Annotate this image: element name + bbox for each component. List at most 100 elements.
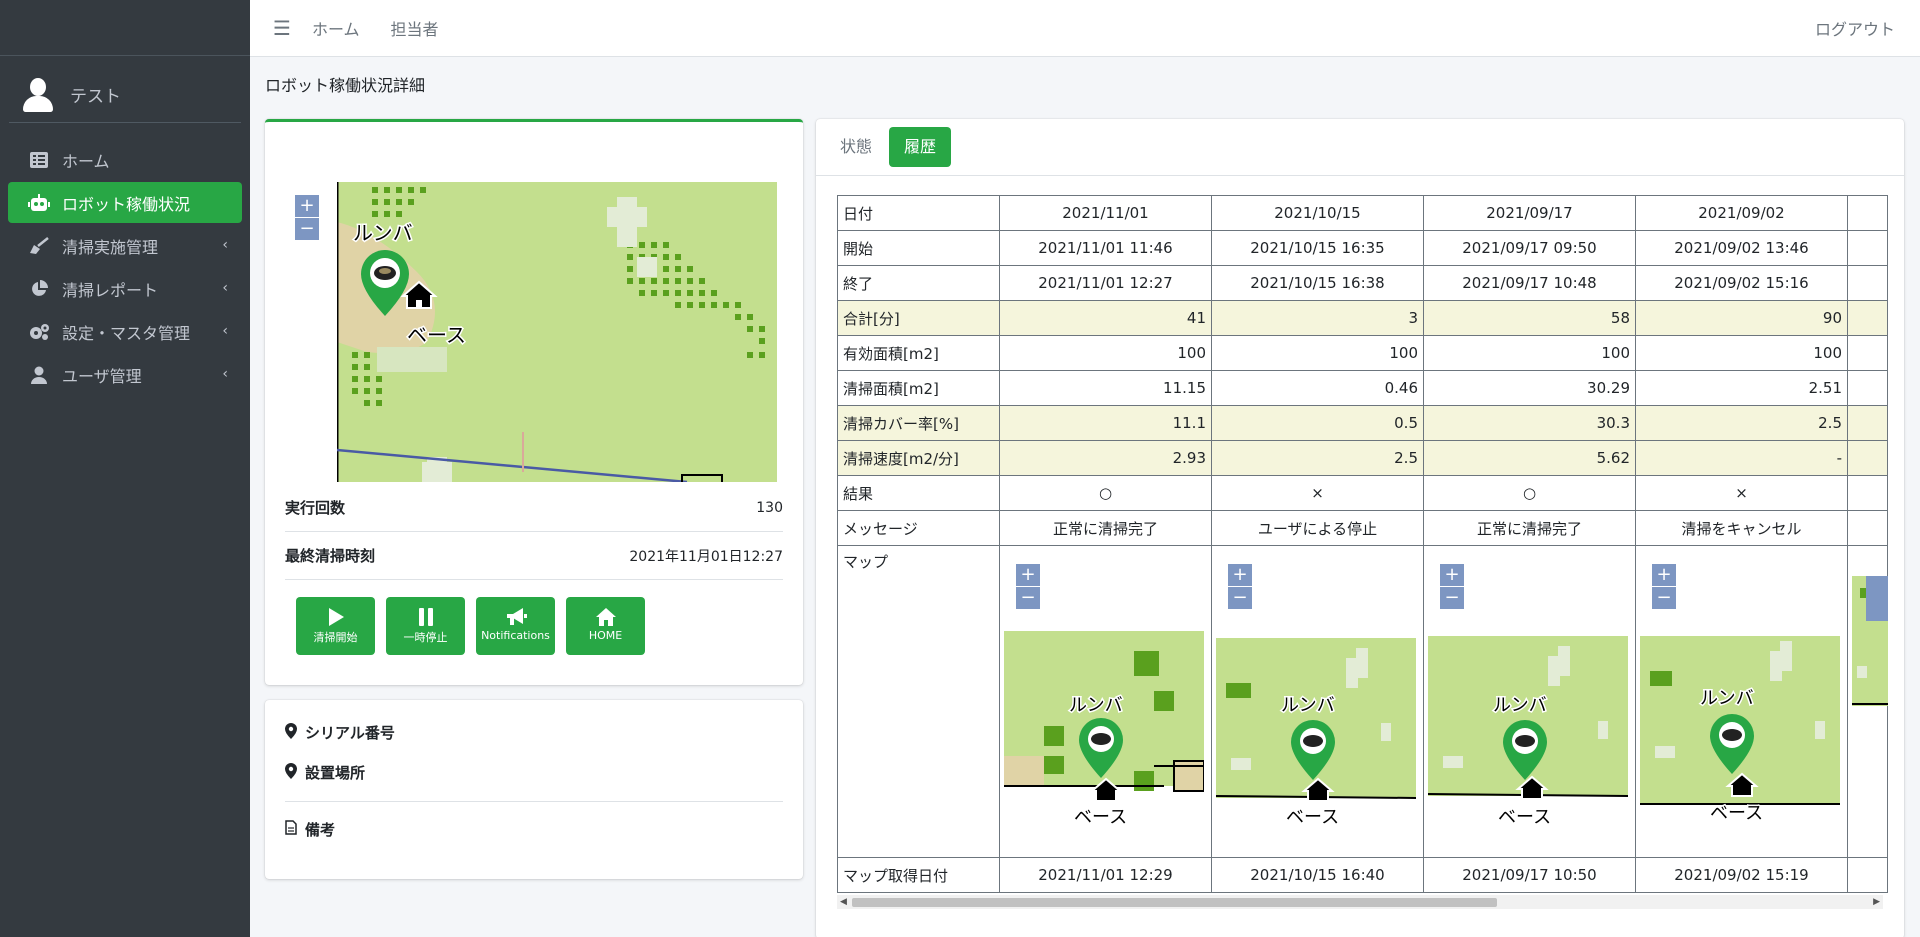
table-cell	[1847, 475, 1888, 511]
zoom-out-button[interactable]: −	[1016, 587, 1040, 610]
table-cell: 2021/10/15 16:38	[1211, 265, 1424, 301]
run-count-label: 実行回数	[285, 499, 346, 517]
chevron-left-icon: ‹	[222, 280, 228, 296]
table-cell: 11.15	[999, 370, 1212, 406]
nav-link-staff[interactable]: 担当者	[391, 16, 439, 40]
map-zoom-control: + −	[1440, 564, 1464, 610]
zoom-in-button[interactable]: +	[1228, 564, 1252, 587]
table-row-map-date: マップ取得日付 2021/11/01 12:29 2021/10/15 16:4…	[837, 857, 1888, 893]
home-dock-label: HOME	[588, 629, 623, 642]
scroll-right-icon[interactable]: ▶	[1873, 895, 1880, 909]
table-cell: 2021/09/02 13:46	[1635, 230, 1848, 266]
install-location-label: 設置場所	[305, 764, 366, 782]
run-count-row: 実行回数 130	[285, 484, 783, 532]
chevron-left-icon: ‹	[222, 323, 228, 339]
row-label: 清掃速度[m2/分]	[837, 440, 1000, 476]
sidebar-item-home[interactable]: ホーム	[8, 139, 242, 180]
map-marker-icon	[285, 722, 297, 743]
table-cell: 3	[1211, 300, 1424, 336]
table-cell: 2021/11/01 11:46	[999, 230, 1212, 266]
table-cell	[1847, 335, 1888, 371]
row-label: マップ	[837, 545, 1000, 858]
map-robot-label: ルンバ	[1069, 695, 1123, 716]
table-cell: 58	[1423, 300, 1636, 336]
home-icon	[566, 607, 645, 627]
table-cell: ○	[1423, 475, 1636, 511]
divider	[285, 801, 783, 802]
table-cell: 清掃をキャンセル	[1635, 510, 1848, 546]
user-name[interactable]: テスト	[70, 82, 121, 107]
zoom-in-button[interactable]: +	[295, 195, 319, 218]
sidebar-item-cleaning-report[interactable]: 清掃レポート ‹	[8, 268, 242, 309]
play-icon	[296, 607, 375, 627]
tab-history[interactable]: 履歴	[889, 127, 952, 167]
user-panel[interactable]: テスト	[9, 67, 241, 123]
home-dock-button[interactable]: HOME	[566, 597, 645, 655]
history-table: 日付 2021/11/01 2021/10/15 2021/09/17 2021…	[837, 195, 1888, 893]
start-cleaning-button[interactable]: 清掃開始	[296, 597, 375, 655]
table-cell: 2021/09/17 09:50	[1423, 230, 1636, 266]
table-cell	[1847, 510, 1888, 546]
table-cell: 2021/11/01 12:27	[999, 265, 1212, 301]
zoom-out-button[interactable]: −	[1440, 587, 1464, 610]
table-cell	[1847, 230, 1888, 266]
history-map-5-partial[interactable]	[1852, 576, 1888, 706]
row-label: 有効面積[m2]	[837, 335, 1000, 371]
row-label: 合計[分]	[837, 300, 1000, 336]
zoom-out-button[interactable]: −	[295, 218, 319, 241]
pause-icon	[386, 607, 465, 627]
serial-number-label: シリアル番号	[305, 724, 395, 742]
table-cell: 30.3	[1423, 405, 1636, 441]
row-label: 日付	[837, 195, 1000, 231]
sidebar: テスト ホーム ロボット稼働状況 清掃実施管理 ‹ 清掃レポート ‹ 設定・マス…	[0, 0, 250, 937]
map-base-label: ベース	[407, 323, 466, 347]
table-cell: 90	[1635, 300, 1848, 336]
nav-link-home[interactable]: ホーム	[312, 16, 360, 40]
zoom-in-button[interactable]: +	[1016, 564, 1040, 587]
sidebar-item-robot-status[interactable]: ロボット稼働状況	[8, 182, 242, 223]
tab-status[interactable]: 状態	[825, 127, 887, 167]
history-map-1[interactable]: ルンバ ベース	[1004, 631, 1204, 831]
history-table-scroll[interactable]: 日付 2021/11/01 2021/10/15 2021/09/17 2021…	[837, 195, 1904, 895]
table-cell	[1847, 440, 1888, 476]
logout-link[interactable]: ログアウト	[1815, 16, 1895, 40]
last-clean-value: 2021年11月01日12:27	[629, 548, 783, 565]
zoom-out-button[interactable]: −	[1228, 587, 1252, 610]
table-cell: 2021/09/02 15:16	[1635, 265, 1848, 301]
scroll-left-icon[interactable]: ◀	[840, 895, 847, 909]
table-cell: 2021/09/02 15:19	[1635, 857, 1848, 893]
horizontal-scrollbar[interactable]: ◀ ▶	[837, 895, 1883, 909]
sidebar-item-user-management[interactable]: ユーザ管理 ‹	[8, 354, 242, 395]
scrollbar-thumb[interactable]	[852, 898, 1497, 907]
sidebar-item-settings-master[interactable]: 設定・マスタ管理 ‹	[8, 311, 242, 352]
pause-label: 一時停止	[403, 631, 448, 644]
table-cell: 2.5	[1211, 440, 1424, 476]
hamburger-menu-icon[interactable]: ☰	[273, 16, 293, 40]
gears-icon	[28, 321, 50, 343]
history-map-4[interactable]: ルンバ ベース	[1640, 636, 1840, 836]
table-row-effective-area: 有効面積[m2] 100 100 100 100	[837, 335, 1888, 371]
map-cell: + − ルンバ ベース	[1423, 545, 1636, 858]
megaphone-icon	[476, 607, 555, 627]
zoom-in-button[interactable]: +	[1652, 564, 1676, 587]
history-map-2[interactable]: ルンバ ベース	[1216, 638, 1416, 838]
list-icon	[28, 149, 50, 171]
notifications-button[interactable]: Notifications	[476, 597, 555, 655]
start-cleaning-label: 清掃開始	[313, 631, 358, 644]
robot-map[interactable]: ルンバ ベース	[337, 182, 777, 482]
zoom-in-button[interactable]: +	[1440, 564, 1464, 587]
notes-row: 備考	[285, 819, 335, 840]
table-cell: 0.46	[1211, 370, 1424, 406]
zoom-out-button[interactable]: −	[1652, 587, 1676, 610]
pause-button[interactable]: 一時停止	[386, 597, 465, 655]
sidebar-item-cleaning-management[interactable]: 清掃実施管理 ‹	[8, 225, 242, 266]
table-cell: ×	[1211, 475, 1424, 511]
table-cell: 2021/09/17	[1423, 195, 1636, 231]
table-cell: 100	[999, 335, 1212, 371]
robot-info-card: シリアル番号 設置場所 備考	[265, 700, 803, 879]
map-base-label: ベース	[1498, 807, 1551, 828]
table-cell: 2.93	[999, 440, 1212, 476]
map-zoom-control: + −	[1228, 564, 1252, 610]
history-map-3[interactable]: ルンバ ベース	[1428, 636, 1628, 836]
row-label: 終了	[837, 265, 1000, 301]
